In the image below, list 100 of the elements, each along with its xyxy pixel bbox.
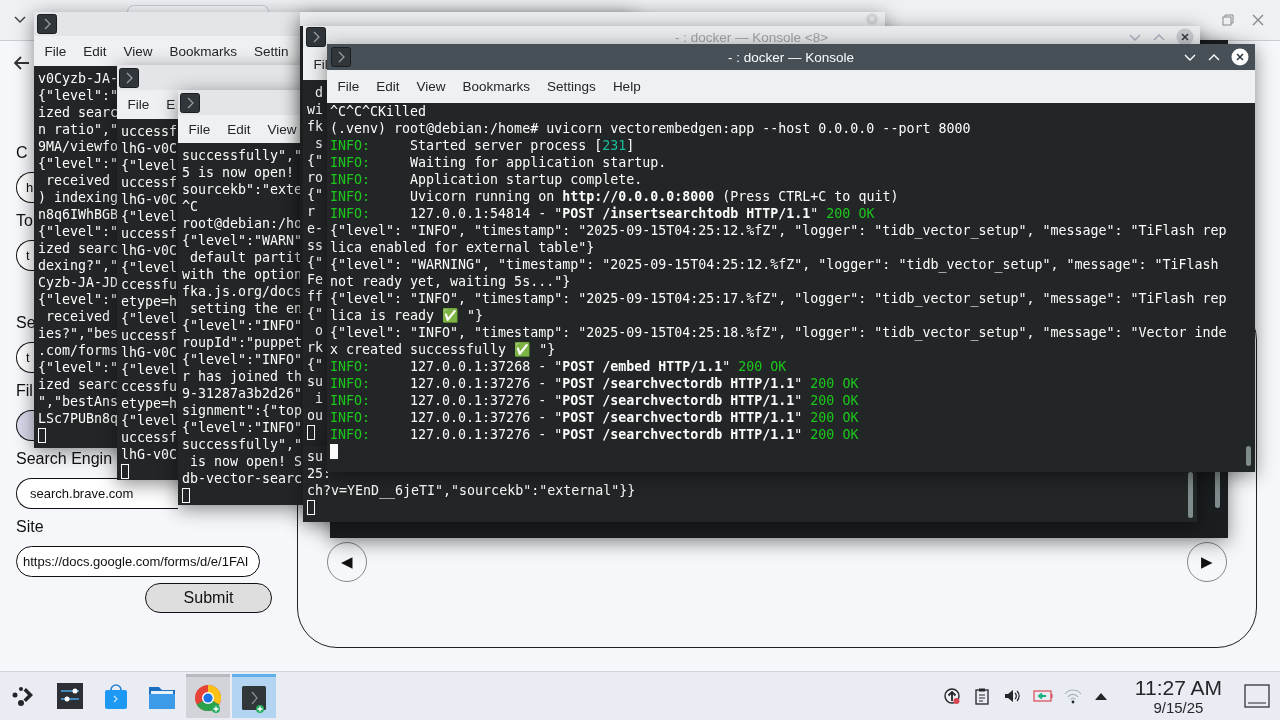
- terminal-line: db-vector-searc: [182, 470, 303, 487]
- input-field[interactable]: t: [16, 240, 34, 271]
- terminal-line: e-: [307, 220, 323, 237]
- terminal-line: root@debian:/ho: [182, 215, 303, 232]
- terminal-line: lica enabled for external table"}: [330, 239, 595, 256]
- menu-item[interactable]: Edit: [367, 79, 409, 94]
- show-desktop-icon[interactable]: [1244, 684, 1270, 708]
- field-label: To: [16, 211, 33, 230]
- terminal-line: {"level":"INFO": [182, 351, 303, 368]
- menu-item[interactable]: Help: [604, 79, 650, 94]
- menu-item[interactable]: Settings: [538, 79, 605, 94]
- terminal-line: {"level": "INFO", "timestamp": "2025-09-15T04:25:17.%fZ", "logger": "tidb_vector_setup", "message": "TiFlash rep: [330, 290, 1227, 307]
- task-button[interactable]: [232, 674, 276, 718]
- menu-item[interactable]: Fil: [305, 56, 328, 72]
- terminal-line: {"level":": [38, 291, 119, 308]
- terminal-line: ized searc: [38, 104, 119, 121]
- terminal-line: lica is ready ✅ "}: [330, 307, 484, 324]
- terminal-line: v0Cyzb-JA-: [38, 70, 119, 87]
- terminal-line: ^C: [182, 198, 198, 215]
- terminal-line: 25:: [307, 465, 332, 482]
- update-icon[interactable]: [942, 687, 963, 705]
- terminal-line: {"level":": [38, 155, 119, 172]
- menu-item[interactable]: View: [259, 121, 297, 137]
- field-label: Site: [16, 517, 44, 536]
- menu-item[interactable]: Edit: [218, 121, 260, 137]
- terminal-line: 9MA/viewfo: [38, 138, 119, 155]
- terminal-line: dexing?",": [38, 257, 119, 274]
- terminal-line: {"level":"WARN": [182, 232, 303, 249]
- terminal-line: {"level: [121, 310, 178, 327]
- terminal-line: uccessf: [121, 123, 178, 140]
- terminal-line: ies?","bes: [38, 325, 119, 342]
- terminal-line: default partit: [189, 249, 303, 266]
- terminal-line: uccessf: [121, 327, 178, 344]
- terminal-line: (.venv) root@debian:/home# uvicorn vectorembedgen:app --host 0.0.0.0 --port 8000: [330, 120, 971, 137]
- terminal-line: {"level": "INFO", "timestamp": "2025-09-15T04:25:12.%fZ", "logger": "tidb_vector_setup", "message": "TiFlash rep: [330, 222, 1227, 239]
- terminal-line: ccessfu: [121, 276, 178, 293]
- terminal-line: etype=h: [121, 293, 178, 310]
- terminal-line: ccessfu: [121, 378, 178, 395]
- input-field[interactable]: t: [16, 342, 34, 373]
- submit-button[interactable]: Submit: [145, 583, 272, 613]
- menu-item[interactable]: Bookmarks: [454, 79, 539, 94]
- close-icon[interactable]: [1176, 28, 1194, 46]
- battery-icon[interactable]: [1032, 687, 1053, 705]
- terminal-line: lhG-v0C: [121, 446, 178, 463]
- terminal-line: ff: [307, 288, 323, 305]
- terminal-line: d: [314, 84, 323, 101]
- terminal-line: {"level: [121, 157, 178, 174]
- menu-item[interactable]: File: [119, 97, 158, 112]
- terminal-line: uccessf: [121, 225, 178, 242]
- terminal-line: fka.js.org/docs: [182, 283, 303, 300]
- terminal-line: {"level":"INFO": [182, 419, 303, 436]
- menu-item[interactable]: Settin: [245, 43, 289, 59]
- file-chooser-button[interactable]: [16, 410, 34, 441]
- back-arrow-icon[interactable]: [14, 55, 30, 70]
- terminal-line: INFO: Waiting for application startup.: [330, 154, 667, 171]
- terminal-line: {": [307, 186, 323, 203]
- terminal-line: INFO: 127.0.0.1:37276 - "POST /searchvectordb HTTP/1.1" 200 OK: [330, 426, 859, 443]
- field-label: C: [16, 143, 28, 162]
- menu-item[interactable]: File: [329, 79, 368, 94]
- terminal-line: signment":{"top: [182, 402, 303, 419]
- menu-item[interactable]: E: [157, 97, 176, 112]
- terminal-line: su: [307, 373, 323, 390]
- volume-icon[interactable]: [1002, 687, 1023, 705]
- scrollbar-handle[interactable]: [1188, 472, 1193, 518]
- terminal-line: {"level":"INFO": [182, 317, 303, 334]
- scrollbar-handle[interactable]: [1246, 446, 1251, 466]
- terminal-icon: [331, 47, 351, 67]
- input-field[interactable]: h: [16, 172, 34, 203]
- terminal-line: is now open! S: [189, 453, 303, 470]
- input-field[interactable]: search.brave.com: [16, 478, 178, 509]
- menu-item[interactable]: File: [180, 121, 219, 137]
- terminal-line: roupId":"puppet: [182, 334, 303, 351]
- clock-date: 9/15/25: [1153, 700, 1204, 715]
- text-cursor: [38, 428, 46, 443]
- terminal-line: received: [45, 172, 111, 189]
- text-cursor: [121, 464, 129, 479]
- terminal-line: lhG-v0C: [121, 242, 178, 259]
- clock[interactable]: 11:27 AM 9/15/25: [1134, 677, 1222, 715]
- terminal-line: {"level: [121, 259, 178, 276]
- input-field[interactable]: https://docs.google.com/forms/d/e/1FAI: [16, 546, 260, 577]
- menu-item[interactable]: Edit: [74, 43, 116, 59]
- field-label: Se: [16, 313, 36, 332]
- close-icon[interactable]: [1231, 48, 1249, 66]
- terminal-line: lhG-v0C: [121, 191, 178, 208]
- window-title: - : docker — Konsole <8>: [674, 29, 829, 45]
- terminal-line: {"level":": [38, 87, 119, 104]
- text-cursor: [330, 444, 338, 459]
- terminal-line: received: [45, 308, 111, 325]
- terminal-line: {"level":": [38, 359, 119, 376]
- terminal-line: INFO: Started server process [231]: [330, 137, 635, 154]
- terminal-line: fk: [307, 118, 323, 135]
- menu-item[interactable]: Bookmarks: [161, 43, 246, 59]
- terminal-line: ","bestAns: [38, 393, 119, 410]
- terminal-line: uccessf: [121, 429, 178, 446]
- terminal-line: INFO: 127.0.0.1:54814 - "POST /insertsearchtodb HTTP/1.1" 200 OK: [330, 205, 875, 222]
- chevron-down-icon[interactable]: [13, 15, 27, 25]
- terminal-line: Fe: [307, 271, 323, 288]
- menu-item[interactable]: View: [408, 79, 455, 94]
- menu-item[interactable]: File: [36, 43, 75, 59]
- menu-item[interactable]: View: [115, 43, 162, 59]
